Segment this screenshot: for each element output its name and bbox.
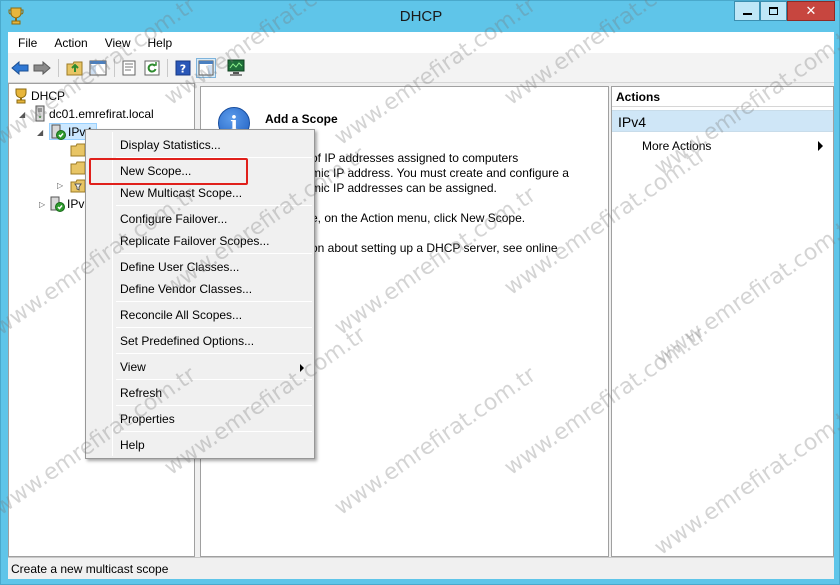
close-icon: ✕ [805, 3, 817, 19]
menu-separator [116, 253, 312, 254]
server-icon [35, 105, 45, 122]
back-button[interactable] [10, 58, 30, 78]
server-monitor-icon [227, 59, 245, 76]
menu-item-set-predefined-options[interactable]: Set Predefined Options... [120, 334, 254, 348]
menu-separator [116, 379, 312, 380]
maximize-icon [769, 7, 778, 15]
more-actions-link[interactable]: More Actions [642, 139, 711, 153]
menu-item-reconcile-all-scopes[interactable]: Reconcile All Scopes... [120, 308, 242, 322]
svg-text:?: ? [180, 63, 186, 76]
action-pane-icon [198, 60, 214, 76]
toolbar-separator [58, 59, 59, 77]
add-scope-heading: Add a Scope [265, 112, 338, 126]
toolbar: ? [8, 53, 834, 83]
menu-item-configure-failover[interactable]: Configure Failover... [120, 212, 227, 226]
menu-separator [116, 353, 312, 354]
menu-separator [116, 205, 312, 206]
menu-file[interactable]: File [8, 36, 44, 50]
tree-label-ipv6: IPv [67, 196, 85, 211]
action-pane-button[interactable] [196, 58, 216, 78]
tree-label-dhcp: DHCP [31, 88, 66, 103]
expanded-arrow-icon[interactable]: ◢ [37, 128, 43, 137]
new-scope-highlight [89, 158, 248, 185]
tree-item-address-pool[interactable] [70, 141, 86, 158]
folder-icon [70, 161, 86, 174]
server-monitor-button[interactable] [226, 58, 246, 78]
maximize-button[interactable] [760, 1, 787, 21]
toolbar-separator [167, 59, 168, 77]
menu-item-help[interactable]: Help [120, 438, 145, 452]
close-button[interactable]: ✕ [787, 1, 835, 21]
info-text-line: mic IP addresses can be assigned. [311, 181, 497, 195]
ipv6-server-check-icon [50, 196, 65, 212]
expanded-arrow-icon[interactable]: ◢ [19, 110, 25, 119]
actions-header: Actions [612, 87, 833, 107]
submenu-arrow-icon [300, 364, 304, 372]
info-text-line: mic IP address. You must create and conf… [311, 166, 569, 180]
refresh-icon [144, 60, 160, 76]
tree-item-ipv6[interactable]: IPv [49, 195, 86, 212]
menu-separator [116, 405, 312, 406]
up-folder-button[interactable] [65, 58, 85, 78]
menu-item-view[interactable]: View [120, 360, 146, 374]
help-button[interactable]: ? [173, 58, 193, 78]
tree-item-policies[interactable] [70, 177, 86, 194]
dhcp-trophy-icon [15, 88, 27, 103]
tree-item-server[interactable]: dc01.emrefirat.local [33, 105, 156, 122]
tree-item-dhcp[interactable]: DHCP [13, 87, 67, 104]
menu-item-replicate-failover-scopes[interactable]: Replicate Failover Scopes... [120, 234, 269, 248]
submenu-arrow-icon [818, 141, 823, 151]
menu-separator [116, 431, 312, 432]
menu-action[interactable]: Action [44, 36, 94, 50]
properties-button[interactable] [119, 58, 139, 78]
forward-icon [33, 61, 51, 75]
toolbar-separator [114, 59, 115, 77]
show-hide-tree-icon [89, 60, 107, 76]
collapsed-arrow-icon[interactable]: ▷ [39, 200, 45, 209]
menu-separator [116, 301, 312, 302]
menu-item-properties[interactable]: Properties [120, 412, 175, 426]
ipv4-server-check-icon [51, 124, 66, 140]
info-text-line: e, on the Action menu, click New Scope. [311, 211, 526, 225]
collapsed-arrow-icon[interactable]: ▷ [57, 181, 63, 190]
back-icon [11, 61, 29, 75]
menu-bar: File Action View Help [8, 32, 834, 53]
menu-help[interactable]: Help [138, 36, 180, 50]
properties-icon [122, 60, 136, 76]
actions-section-ipv4[interactable]: IPv4 [612, 110, 833, 132]
tree-label-server: dc01.emrefirat.local [49, 106, 154, 121]
status-bar: Create a new multicast scope [8, 557, 834, 579]
window-title: DHCP [399, 8, 443, 25]
minimize-button[interactable] [734, 1, 760, 21]
filter-folder-icon [70, 179, 86, 192]
menu-item-define-user-classes[interactable]: Define User Classes... [120, 260, 239, 274]
help-icon: ? [175, 60, 191, 76]
menu-item-refresh[interactable]: Refresh [120, 386, 162, 400]
menu-item-new-multicast-scope[interactable]: New Multicast Scope... [120, 186, 242, 200]
actions-pane: Actions IPv4 More Actions [611, 86, 834, 557]
info-text-line: on about setting up a DHCP server, see o… [311, 241, 558, 255]
up-folder-icon [66, 61, 83, 76]
forward-button[interactable] [32, 58, 52, 78]
show-hide-tree-button[interactable] [88, 58, 108, 78]
menu-item-define-vendor-classes[interactable]: Define Vendor Classes... [120, 282, 252, 296]
menu-view[interactable]: View [95, 36, 138, 50]
menu-item-display-statistics[interactable]: Display Statistics... [120, 138, 221, 152]
title-bar[interactable]: DHCP ✕ [1, 1, 840, 32]
refresh-button[interactable] [142, 58, 162, 78]
folder-icon [70, 143, 86, 156]
info-text-line: of IP addresses assigned to computers [311, 151, 519, 165]
menu-separator [116, 327, 312, 328]
minimize-icon [742, 13, 752, 15]
tree-item-server-options[interactable] [70, 159, 86, 176]
